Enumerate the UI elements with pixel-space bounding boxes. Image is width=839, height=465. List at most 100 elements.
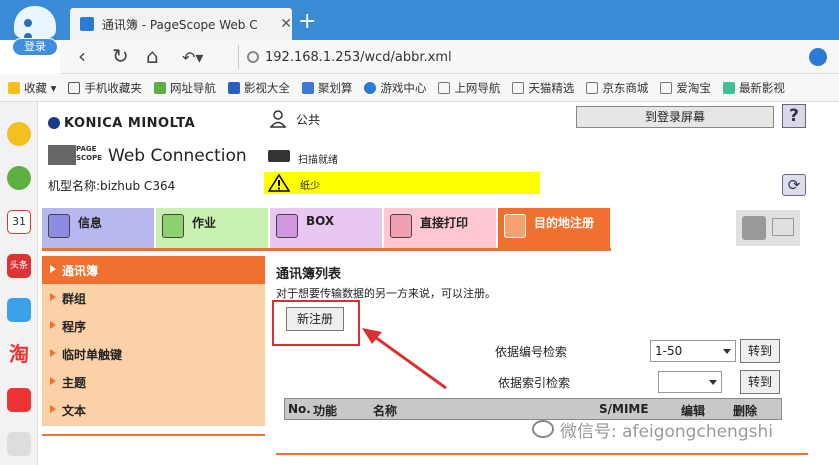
clock-icon[interactable] (7, 166, 31, 190)
search-by-number-label: 依据编号检索 (495, 345, 568, 359)
watermark-text: 微信号: afeigongchengshi (560, 421, 773, 442)
go-number-button[interactable]: 转到 (740, 339, 780, 363)
bookmark-item[interactable]: 京东商城 (586, 80, 648, 96)
scanner-icon (268, 150, 290, 162)
bookmark-item[interactable]: 游戏中心 (364, 80, 426, 96)
konica-minolta-logo-icon (48, 117, 60, 129)
chevron-down-icon (709, 380, 717, 385)
deal-icon (301, 81, 314, 94)
help-icon[interactable]: ? (782, 104, 806, 128)
bookmark-item[interactable]: 爱淘宝 (660, 80, 711, 96)
bookmark-item[interactable]: 聚划算 (301, 80, 352, 96)
menu-divider (42, 434, 265, 436)
left-menu: 通讯簿 群组 程序 临时单触键 主题 文本 (42, 256, 265, 426)
close-tab-icon[interactable]: ✕ (280, 16, 292, 32)
menu-item-group[interactable]: 群组 (42, 284, 265, 312)
mobile-icon (68, 81, 81, 94)
chevron-down-icon (723, 349, 731, 354)
new-tab-button[interactable]: + (298, 11, 316, 33)
refresh-icon[interactable]: ⟳ (782, 174, 806, 196)
goto-login-button[interactable]: 到登录屏幕 (576, 106, 774, 128)
page-title: 通讯簿列表 (276, 267, 342, 282)
menu-item-address-book[interactable]: 通讯簿 (42, 256, 265, 284)
address-bar[interactable]: 192.168.1.253/wcd/abbr.xml (238, 45, 828, 69)
arrow-icon (50, 265, 56, 273)
weather-icon[interactable] (7, 298, 31, 322)
arrow-icon (50, 293, 56, 301)
arrow-icon (50, 321, 56, 329)
site-icon (153, 81, 166, 94)
job-icon (162, 214, 184, 238)
reload-icon[interactable]: ↻ (112, 46, 129, 66)
bookmark-item[interactable]: 上网导航 (438, 80, 500, 96)
home-icon[interactable]: ⌂ (146, 46, 159, 66)
browser-tab-title: 通讯簿 - PageScope Web C (101, 17, 258, 32)
brand-name: KONICA MINOLTA (64, 116, 196, 131)
number-range-select[interactable]: 1-50 (650, 340, 736, 362)
user-icon (270, 110, 286, 128)
index-select[interactable] (658, 371, 722, 393)
bookmark-item[interactable]: 影视大全 (227, 80, 290, 96)
tab-job[interactable]: 作业 (156, 208, 268, 248)
model-name: 机型名称:bizhub C364 (48, 179, 176, 193)
red-arrow-annotation (362, 328, 447, 390)
tab-direct-print[interactable]: 直接打印 (384, 208, 496, 248)
toutiao-icon[interactable]: 头条 (7, 254, 31, 278)
star-icon (8, 81, 20, 94)
print-icon (390, 214, 412, 238)
box-icon (276, 214, 298, 238)
arrow-icon (50, 349, 56, 357)
gear-icon (742, 216, 766, 240)
warning-icon (268, 174, 290, 192)
pagescope-logo-text: PAGE SCOPE (76, 145, 103, 162)
user-avatar-icon[interactable] (14, 6, 56, 41)
taobao-icon[interactable]: 淘 (7, 342, 31, 366)
page-description: 对于想要传输数据的另一方来说，可以注册。 (276, 287, 496, 300)
tab-box[interactable]: BOX (270, 208, 382, 248)
cat-icon (722, 81, 735, 94)
search-by-index-label: 依据索引检索 (498, 376, 571, 390)
column-function: 功能 (313, 404, 338, 418)
undo-dropdown-icon[interactable]: ↶▾ (182, 48, 203, 68)
tab-info-label: 信息 (78, 216, 103, 230)
bookmark-item[interactable]: 天猫精选 (512, 80, 574, 96)
tab-info[interactable]: 信息 (42, 208, 154, 248)
tab-job-label: 作业 (192, 216, 217, 230)
star-icon[interactable] (7, 122, 31, 146)
tab-destination-register[interactable]: 目的地注册 (498, 208, 610, 248)
pagescope-logo-icon (48, 145, 76, 165)
go-index-button[interactable]: 转到 (740, 370, 780, 394)
bookmark-item[interactable]: 手机收藏夹 (68, 80, 142, 96)
page-icon (438, 81, 451, 94)
arrow-icon (50, 405, 56, 413)
menu-item-temp-one-touch[interactable]: 临时单触键 (42, 340, 265, 368)
page-icon (512, 81, 525, 94)
panel-icon (772, 218, 794, 236)
bookmark-item[interactable]: 网址导航 (153, 80, 216, 96)
new-register-button[interactable]: 新注册 (286, 307, 344, 331)
site-info-icon[interactable] (247, 51, 259, 63)
content-divider (276, 453, 808, 455)
column-no: No. (288, 402, 311, 416)
tab-settings[interactable] (736, 210, 800, 246)
game-icon[interactable] (7, 432, 31, 456)
page-favicon-icon (80, 17, 94, 31)
bookmark-favorites[interactable]: 收藏 ▾ (8, 80, 56, 96)
address-book-icon (504, 214, 526, 238)
menu-item-subject[interactable]: 主题 (42, 368, 265, 396)
calendar-icon[interactable]: 31 (7, 210, 31, 234)
browser-login-button[interactable]: 登录 (12, 38, 58, 56)
browser-engine-icon[interactable] (809, 48, 827, 66)
tab-box-label: BOX (306, 214, 335, 228)
info-icon (48, 214, 70, 238)
game-icon (364, 81, 377, 94)
tab-destination-label: 目的地注册 (534, 216, 595, 230)
menu-item-program[interactable]: 程序 (42, 312, 265, 340)
bookmark-item[interactable]: 最新影视 (722, 80, 785, 96)
back-icon[interactable]: ‹ (78, 46, 86, 66)
warning-text: 纸少 (300, 181, 320, 192)
shop-icon[interactable] (7, 388, 31, 412)
page-icon (660, 81, 673, 94)
menu-item-text[interactable]: 文本 (42, 396, 265, 424)
browser-tab[interactable]: 通讯簿 - PageScope Web C ✕ (70, 8, 292, 40)
